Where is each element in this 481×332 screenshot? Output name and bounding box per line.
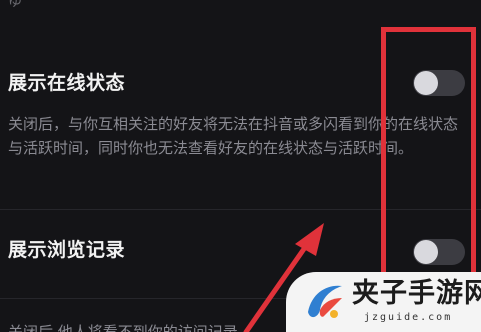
browse-history-toggle[interactable] — [413, 239, 465, 265]
privacy-settings-screen: ゆ 展示在线状态 关闭后，与你互相关注的好友将无法在抖音或多闪看到你的在线状态与… — [0, 0, 481, 332]
online-status-toggle[interactable] — [413, 70, 465, 96]
toggle-knob — [414, 240, 438, 264]
watermark-logo-icon — [308, 285, 342, 318]
online-status-description: 关闭后，与你互相关注的好友将无法在抖音或多闪看到你的在线状态与活跃时间，同时你也… — [8, 115, 459, 157]
watermark-title: 夹子手游网 — [352, 278, 481, 309]
watermark-url: jzguide.com — [364, 312, 453, 323]
site-watermark: 夹子手游网 jzguide.com — [286, 272, 481, 332]
online-status-title: 展示在线状态 — [8, 72, 126, 94]
browse-history-title: 展示浏览记录 — [8, 239, 126, 261]
divider — [0, 209, 481, 210]
top-partial-text: ゆ — [8, 0, 22, 10]
toggle-knob — [414, 71, 438, 95]
browse-history-description-partial: 关闭后 他人将看不到你的访问记录 — [8, 323, 238, 332]
